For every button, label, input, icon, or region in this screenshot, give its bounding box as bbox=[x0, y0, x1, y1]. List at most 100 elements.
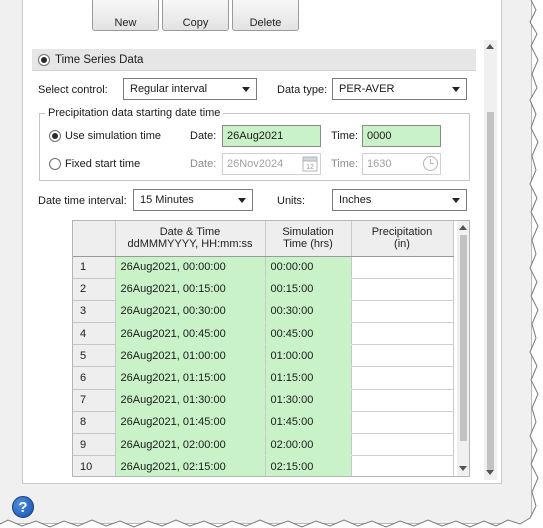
interval-dropdown[interactable]: 15 Minutes bbox=[133, 189, 253, 211]
table-row[interactable]: 7 26Aug2021, 01:30:00 01:30:00 bbox=[73, 389, 454, 412]
chevron-down-icon bbox=[238, 198, 246, 203]
datetime-cell[interactable]: 26Aug2021, 01:00:00 bbox=[115, 344, 266, 368]
row-number-cell[interactable]: 2 bbox=[73, 278, 116, 301]
simulation-time-column-header[interactable]: Simulation Time (hrs) bbox=[265, 221, 352, 257]
table-row[interactable]: 1 26Aug2021, 00:00:00 00:00:00 bbox=[73, 256, 454, 279]
units-value: Inches bbox=[339, 194, 372, 206]
fixed-time-value: 1630 bbox=[367, 158, 392, 170]
fixed-time-label: Time: bbox=[331, 158, 359, 170]
table-row[interactable]: 8 26Aug2021, 01:45:00 01:45:00 bbox=[73, 411, 454, 435]
sim-date-field[interactable]: 26Aug2021 bbox=[222, 125, 321, 147]
datetime-cell[interactable]: 26Aug2021, 01:30:00 bbox=[115, 389, 266, 412]
precipitation-cell[interactable] bbox=[351, 433, 454, 457]
data-type-dropdown[interactable]: PER-AVER bbox=[332, 78, 467, 100]
datetime-cell[interactable]: 26Aug2021, 02:00:00 bbox=[115, 433, 266, 457]
precipitation-column-header[interactable]: Precipitation (in) bbox=[351, 221, 454, 257]
row-number-cell[interactable]: 7 bbox=[73, 389, 116, 412]
datetime-cell[interactable]: 26Aug2021, 02:15:00 bbox=[115, 455, 266, 476]
datetime-cell[interactable]: 26Aug2021, 00:00:00 bbox=[115, 256, 266, 279]
interval-label: Date time interval: bbox=[38, 195, 127, 207]
chevron-down-icon bbox=[242, 87, 250, 92]
datetime-cell[interactable]: 26Aug2021, 00:30:00 bbox=[115, 300, 266, 324]
grid-scroll-up-icon[interactable] bbox=[459, 225, 467, 230]
fixed-start-time-radio[interactable] bbox=[49, 158, 61, 170]
help-icon[interactable]: ? bbox=[12, 496, 34, 518]
scroll-up-icon[interactable] bbox=[486, 44, 494, 49]
precipitation-cell[interactable] bbox=[351, 322, 454, 346]
delete-button[interactable]: Delete bbox=[232, 0, 299, 31]
precipitation-cell[interactable] bbox=[351, 455, 454, 476]
simulation-time-cell[interactable]: 00:00:00 bbox=[265, 256, 352, 279]
panel-scroll-thumb[interactable] bbox=[487, 112, 494, 470]
datetime-column-header[interactable]: Date & Time ddMMMYYYY, HH:mm:ss bbox=[115, 221, 266, 257]
table-row[interactable]: 9 26Aug2021, 02:00:00 02:00:00 bbox=[73, 433, 454, 457]
units-label: Units: bbox=[277, 195, 306, 207]
precipitation-cell[interactable] bbox=[351, 366, 454, 390]
copy-button-label: Copy bbox=[182, 17, 209, 29]
row-number-header[interactable] bbox=[73, 221, 116, 257]
simulation-time-cell[interactable]: 01:15:00 bbox=[265, 366, 352, 390]
simulation-time-cell[interactable]: 00:15:00 bbox=[265, 278, 352, 301]
grid-scroll-thumb[interactable] bbox=[460, 235, 467, 441]
table-row[interactable]: 6 26Aug2021, 01:15:00 01:15:00 bbox=[73, 366, 454, 390]
table-row[interactable]: 3 26Aug2021, 00:30:00 00:30:00 bbox=[73, 300, 454, 324]
interval-value: 15 Minutes bbox=[140, 194, 194, 206]
datetime-header-line2: ddMMMYYYY, HH:mm:ss bbox=[127, 238, 253, 251]
simulation-time-cell[interactable]: 01:30:00 bbox=[265, 389, 352, 412]
delete-button-label: Delete bbox=[249, 17, 282, 29]
datetime-cell[interactable]: 26Aug2021, 01:15:00 bbox=[115, 366, 266, 390]
section-radio[interactable] bbox=[38, 54, 50, 66]
fixed-start-time-label: Fixed start time bbox=[65, 158, 141, 170]
simulation-time-cell[interactable]: 02:15:00 bbox=[265, 455, 352, 476]
table-row[interactable]: 5 26Aug2021, 01:00:00 01:00:00 bbox=[73, 344, 454, 368]
sim-date-label: Date: bbox=[190, 130, 217, 142]
select-control-label: Select control: bbox=[38, 84, 108, 96]
fixed-date-value: 26Nov2024 bbox=[227, 158, 284, 170]
datetime-cell[interactable]: 26Aug2021, 00:15:00 bbox=[115, 278, 266, 301]
panel-scrollbar[interactable] bbox=[484, 40, 497, 480]
table-row[interactable]: 10 26Aug2021, 02:15:00 02:15:00 bbox=[73, 455, 454, 476]
calendar-icon[interactable]: 12 bbox=[302, 155, 318, 172]
simulation-time-cell[interactable]: 01:45:00 bbox=[265, 411, 352, 435]
simulation-time-cell[interactable]: 00:45:00 bbox=[265, 322, 352, 346]
row-number-cell[interactable]: 5 bbox=[73, 344, 116, 368]
simulation-time-cell[interactable]: 00:30:00 bbox=[265, 300, 352, 324]
precipitation-cell[interactable] bbox=[351, 278, 454, 301]
copy-button[interactable]: Copy bbox=[162, 0, 229, 31]
datetime-cell[interactable]: 26Aug2021, 01:45:00 bbox=[115, 411, 266, 435]
sim-header-line2: Time (hrs) bbox=[283, 238, 333, 251]
scroll-down-icon[interactable] bbox=[486, 470, 494, 475]
row-number-cell[interactable]: 10 bbox=[73, 455, 116, 476]
select-control-value: Regular interval bbox=[130, 83, 208, 95]
precipitation-table[interactable]: Date & Time ddMMMYYYY, HH:mm:ss Simulatio… bbox=[72, 220, 470, 477]
row-number-cell[interactable]: 4 bbox=[73, 322, 116, 346]
row-number-cell[interactable]: 1 bbox=[73, 256, 116, 279]
precipitation-cell[interactable] bbox=[351, 411, 454, 435]
precipitation-cell[interactable] bbox=[351, 300, 454, 324]
section-title: Time Series Data bbox=[55, 54, 144, 66]
precipitation-cell[interactable] bbox=[351, 256, 454, 279]
new-button[interactable]: New bbox=[92, 0, 159, 31]
grid-scrollbar[interactable] bbox=[457, 221, 469, 476]
sim-time-label: Time: bbox=[331, 130, 359, 142]
row-number-cell[interactable]: 6 bbox=[73, 366, 116, 390]
precipitation-cell[interactable] bbox=[351, 389, 454, 412]
window: New Copy Delete Time Series Data Select … bbox=[0, 0, 532, 524]
sim-time-field[interactable]: 0000 bbox=[362, 125, 441, 147]
precipitation-cell[interactable] bbox=[351, 344, 454, 368]
data-type-label: Data type: bbox=[277, 84, 328, 96]
select-control-dropdown[interactable]: Regular interval bbox=[123, 78, 257, 100]
use-simulation-time-radio[interactable] bbox=[49, 130, 61, 142]
simulation-time-cell[interactable]: 01:00:00 bbox=[265, 344, 352, 368]
table-row[interactable]: 2 26Aug2021, 00:15:00 00:15:00 bbox=[73, 278, 454, 301]
units-dropdown[interactable]: Inches bbox=[332, 189, 467, 211]
row-number-cell[interactable]: 3 bbox=[73, 300, 116, 324]
row-number-cell[interactable]: 8 bbox=[73, 411, 116, 435]
row-number-cell[interactable]: 9 bbox=[73, 433, 116, 457]
datetime-cell[interactable]: 26Aug2021, 00:45:00 bbox=[115, 322, 266, 346]
clock-icon[interactable] bbox=[422, 155, 439, 172]
simulation-time-cell[interactable]: 02:00:00 bbox=[265, 433, 352, 457]
chevron-down-icon bbox=[452, 198, 460, 203]
grid-scroll-down-icon[interactable] bbox=[459, 466, 467, 471]
table-row[interactable]: 4 26Aug2021, 00:45:00 00:45:00 bbox=[73, 322, 454, 346]
